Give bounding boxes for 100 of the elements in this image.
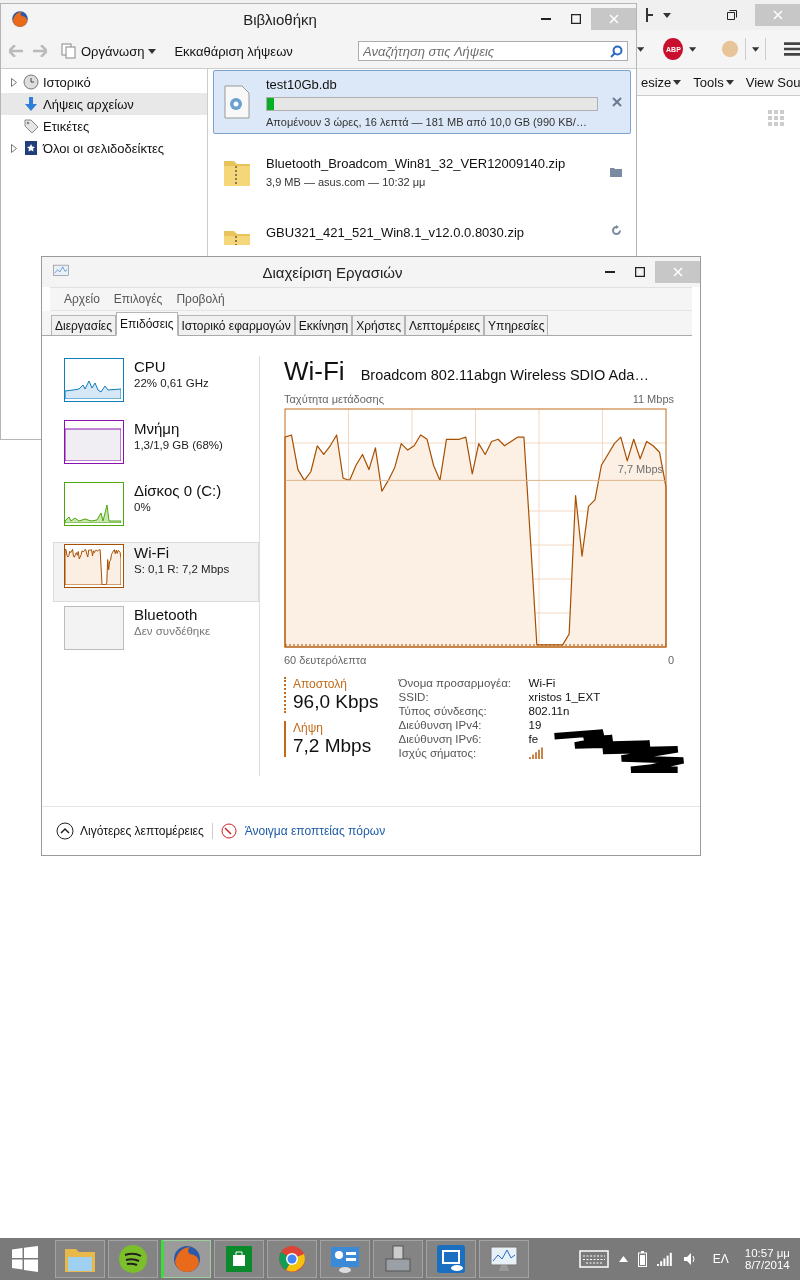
fox-globe-icon [11, 10, 29, 28]
battery-icon[interactable] [637, 1251, 647, 1267]
tab[interactable]: Χρήστες [352, 315, 405, 335]
expand-arrow-icon[interactable] [11, 143, 17, 153]
restore-icon [727, 10, 737, 20]
graph-monitor-icon [489, 1245, 519, 1273]
property-label: Ισχύς σήματος: [398, 747, 478, 761]
property-label: SSID: [398, 691, 430, 703]
window-title: Διαχείριση Εργασιών [261, 263, 404, 281]
resource-item[interactable]: Bluetooth Δεν συνδέθηκε [53, 604, 259, 664]
axis-label: 60 δευτερόλεπτα [284, 654, 367, 667]
caret-icon [725, 79, 734, 85]
adapter-name: Broadcom 802.11abgn Wireless SDIO Ada… [360, 367, 649, 383]
menu-item[interactable]: Προβολή [176, 292, 225, 306]
resource-name: CPU [134, 358, 167, 375]
sidebar-item[interactable]: Λήψεις αρχείων [1, 93, 207, 115]
resource-detail: 1,3/1,9 GB (68%) [134, 439, 223, 451]
toolbar-glyph-icon[interactable] [645, 8, 655, 22]
resource-title: Wi-Fi [284, 356, 345, 387]
minimize-icon [605, 271, 615, 273]
resource-item[interactable]: CPU 22% 0,61 GHz [53, 356, 259, 416]
resource-monitor-link[interactable]: Άνοιγμα εποπτείας πόρων [244, 824, 386, 838]
resource-item[interactable]: Wi-Fi S: 0,1 R: 7,2 Mbps [53, 542, 259, 602]
resource-item[interactable]: Δίσκος 0 (C:) 0% [53, 480, 259, 540]
signal-icon[interactable] [656, 1252, 673, 1266]
retry-icon[interactable] [611, 225, 622, 236]
clock[interactable]: 10:57 μμ 8/7/2014 [744, 1247, 790, 1271]
stat-label: Αποστολή [293, 677, 348, 691]
resource-detail: Δεν συνδέθηκε [134, 625, 211, 637]
tab[interactable]: Επιδόσεις [116, 312, 178, 336]
property-label: Διεύθυνση IPv4: [398, 719, 483, 731]
resource-detail: 22% 0,61 GHz [134, 377, 209, 389]
property-value: 802.11n [528, 705, 571, 717]
folder-icon[interactable] [610, 167, 622, 177]
sidebar-item[interactable]: Όλοι οι σελιδοδείκτες [1, 137, 207, 159]
taskbar-app[interactable] [161, 1240, 211, 1278]
property-value: xristos 1_EXT [528, 691, 601, 703]
fox-globe-icon [172, 1244, 202, 1274]
menu-item[interactable]: Αρχείο [64, 292, 100, 306]
caret-icon [148, 48, 157, 54]
bookmark-item[interactable]: Tools [693, 74, 734, 90]
axis-label: 0 [667, 654, 674, 667]
resource-name: Bluetooth [134, 606, 199, 623]
resource-detail: S: 0,1 R: 7,2 Mbps [134, 563, 230, 575]
resource-item[interactable]: Μνήμη 1,3/1,9 GB (68%) [53, 418, 259, 478]
menu-icon[interactable] [783, 41, 800, 57]
caret-icon [752, 46, 760, 52]
chevron-up-icon [56, 822, 74, 840]
tab[interactable]: Υπηρεσίες [484, 315, 549, 335]
stat-label: Λήψη [293, 721, 324, 735]
search-icon [610, 45, 623, 58]
sidebar-item[interactable]: Ετικέτες [1, 115, 207, 137]
caret-icon [673, 79, 682, 85]
download-status: 3,9 MB — asus.com — 10:32 μμ [266, 176, 427, 188]
speaker-icon[interactable] [682, 1252, 697, 1266]
tab[interactable]: Ιστορικό εφαρμογών [177, 315, 295, 335]
clear-downloads-button[interactable]: Εκκαθάριση λήψεων [170, 41, 297, 61]
tab[interactable]: Εκκίνηση [294, 315, 353, 335]
sidebar-item[interactable]: Ιστορικό [1, 71, 207, 93]
organize-button[interactable]: Οργάνωση [57, 41, 161, 61]
download-item[interactable]: GBU321_421_521_Win8.1_v12.0.0.8030.zip [213, 210, 631, 250]
tab[interactable]: Λεπτομέρειες [404, 315, 485, 335]
download-status: Απομένουν 3 ώρες, 16 λεπτά — 181 MB από 10,0 GB (990 KB/… [266, 115, 588, 128]
reference-label: 7,7 Mbps [617, 463, 663, 476]
property-value: fe [528, 733, 540, 745]
search-field[interactable]: Αναζήτηση στις Λήψεις [358, 41, 628, 61]
resource-name: Δίσκος 0 (C:) [134, 482, 222, 499]
start-icon[interactable] [12, 1246, 38, 1272]
keyboard-icon[interactable] [578, 1250, 609, 1268]
bookmark-item[interactable]: View Sou [745, 74, 800, 90]
resource-name: Wi-Fi [134, 544, 170, 561]
signal-strength-icon [528, 747, 545, 759]
maximize-icon [635, 267, 645, 277]
expand-arrow-icon[interactable] [11, 77, 17, 87]
close-icon [608, 14, 619, 24]
bookmark-item[interactable]: esize [641, 74, 682, 90]
property-label: Τύπος σύνδεσης: [398, 705, 488, 717]
caret-icon [637, 46, 645, 52]
download-item[interactable]: Bluetooth_Broadcom_Win81_32_VER12009140.zip 3,9 MB — asus.com — 10:32 μμ [213, 140, 631, 204]
resource-detail: 0% [134, 501, 152, 513]
stat-value: 96,0 Kbps [293, 691, 379, 713]
circle-logo-icon [277, 1244, 307, 1274]
control-panel-icon [330, 1245, 360, 1273]
tab[interactable]: Διεργασίες [51, 315, 116, 335]
fewer-details-button[interactable]: Λιγότερες λεπτομέρειες [56, 822, 204, 840]
file-name: Bluetooth_Broadcom_Win81_32_VER12009140.zip [266, 156, 567, 171]
file-name: GBU321_421_521_Win8.1_v12.0.0.8030.zip [266, 225, 526, 240]
property-value: Wi-Fi [528, 677, 557, 689]
resource-name: Μνήμη [134, 420, 181, 437]
clock-icon [23, 74, 39, 90]
caret-icon [689, 46, 697, 52]
caret-icon [663, 12, 671, 18]
language-indicator[interactable]: ΕΛ [712, 1252, 729, 1266]
cancel-icon[interactable] [612, 97, 622, 107]
window-title: Βιβλιοθήκη [242, 10, 318, 28]
download-item[interactable]: test10Gb.db Απομένουν 3 ώρες, 16 λεπτά — 181 MB από 10,0 GB (990 KB/… [213, 70, 631, 134]
menu-item[interactable]: Επιλογές [113, 292, 163, 306]
maximize-icon [571, 14, 581, 24]
show-hidden-icon[interactable] [618, 1256, 628, 1262]
sound-waves-icon [118, 1244, 148, 1274]
